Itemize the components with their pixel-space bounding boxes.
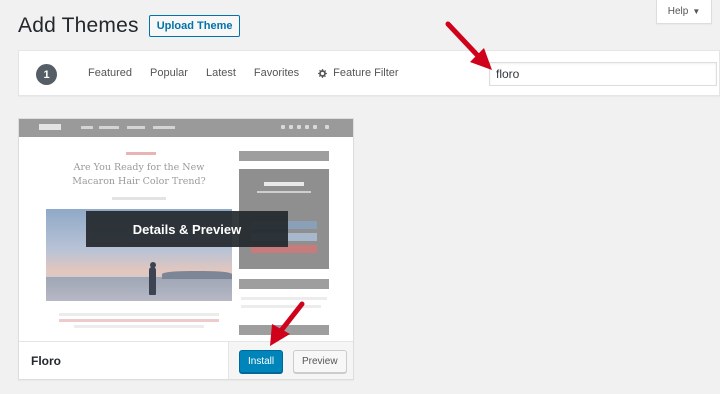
preview-button[interactable]: Preview [293,350,347,373]
details-preview-overlay[interactable]: Details & Preview [86,211,288,247]
mock-newsletter-title [264,182,304,186]
mock-category [126,152,156,155]
mock-social-icon [305,125,309,129]
filter-links: Featured Popular Latest Favorites Featur… [88,67,435,79]
filter-featured-link[interactable]: Featured [88,67,132,79]
mock-sea [46,277,232,301]
mock-sidebar-header [239,279,329,289]
feature-filter-link[interactable]: Feature Filter [317,67,416,79]
mock-text-line [74,325,204,328]
theme-count-badge: 1 [36,64,57,85]
help-label: Help [667,6,689,17]
mock-nav-link [99,126,119,129]
mock-text-line [59,313,219,316]
mock-nav-link [81,126,93,129]
mock-social-icon [289,125,293,129]
mock-headline: Are You Ready for the New Macaron Hair C… [72,162,206,187]
mock-nav-link [127,126,145,129]
red-arrow-icon [445,21,492,70]
mock-search-icon [325,125,329,129]
theme-name: Floro [31,354,61,368]
mock-person [149,267,156,295]
mock-sidebar-header [239,151,329,161]
page-header: Add Themes Upload Theme [18,14,241,38]
filter-favorites-link[interactable]: Favorites [254,67,299,79]
caret-down-icon: ▼ [692,7,701,16]
mock-logo [39,124,61,130]
mock-social-icon [297,125,301,129]
upload-theme-button[interactable]: Upload Theme [148,15,241,37]
mock-site-nav [19,119,353,137]
mock-nav-link [153,126,175,129]
mock-byline [112,197,166,200]
mock-island [162,271,232,279]
mock-text-line [59,319,219,322]
mock-social-icon [313,125,317,129]
page-title: Add Themes [18,14,139,37]
help-tab[interactable]: Help ▼ [656,0,712,24]
filter-bar: 1 Featured Popular Latest Favorites Feat… [18,50,720,96]
filter-latest-link[interactable]: Latest [206,67,236,79]
filter-popular-link[interactable]: Popular [150,67,188,79]
mock-social-icon [281,125,285,129]
mock-newsletter-text [257,191,311,193]
red-arrow-icon [270,301,305,346]
feature-filter-label: Feature Filter [333,67,399,79]
gear-icon [318,68,328,78]
install-button[interactable]: Install [239,350,284,373]
theme-search-input[interactable] [489,62,717,86]
